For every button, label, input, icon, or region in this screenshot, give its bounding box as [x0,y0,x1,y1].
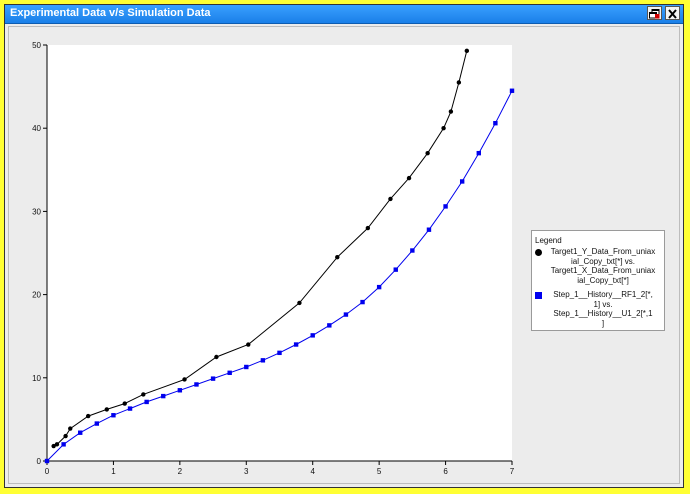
x-tick-label: 5 [377,467,382,476]
restore-window-button[interactable] [647,6,662,20]
data-point [214,354,219,360]
data-point [227,370,232,376]
x-tick-label: 6 [443,467,448,476]
y-tick-label: 20 [32,291,41,300]
data-point [425,150,430,156]
x-tick-label: 0 [45,467,50,476]
data-point [210,376,216,381]
data-point [376,284,382,290]
app-window: Experimental Data v/s Simulation Data 0 1… [4,4,684,488]
data-point [61,442,66,447]
circle-marker-icon [535,249,542,256]
data-point [244,364,249,370]
data-point [509,88,515,93]
data-point [464,48,470,54]
data-point [406,175,412,181]
y-tick-label: 0 [37,457,42,466]
title-bar[interactable]: Experimental Data v/s Simulation Data [5,5,683,24]
data-point [448,109,454,114]
x-tick-label: 2 [178,467,183,476]
data-point [78,430,83,435]
square-marker-icon [535,292,542,299]
legend-entry-line: ial_Copy_txt[*] vs. [570,256,636,266]
data-point [456,80,462,85]
data-point [260,358,266,363]
data-point [441,126,446,131]
data-point [144,399,149,405]
y-tick-label: 30 [32,207,41,216]
data-point [393,267,398,272]
data-point [293,342,299,347]
data-point [111,413,116,418]
data-point [54,442,60,447]
x-tick-label: 7 [510,467,515,476]
data-point [141,392,146,397]
y-tick-label: 10 [32,374,41,383]
legend-entry-experimental: Target1_Y_Data_From_uniax ial_Copy_txt[*… [534,247,662,289]
data-point [127,406,133,411]
legend-entry-line: ] [601,318,605,328]
y-tick-label: 40 [32,124,41,133]
x-tick-label: 1 [111,467,116,476]
data-point [426,227,432,232]
data-point [194,382,199,387]
close-window-button[interactable] [665,6,680,20]
data-point [327,323,332,328]
data-point [104,407,109,412]
legend-entry-simulation: Step_1__History__RF1_2[*, 1] vs. Step_1_… [534,290,662,332]
data-point [63,433,68,439]
y-tick-label: 50 [32,41,41,50]
data-point [246,342,251,347]
legend-entry-line: Target1_X_Data_From_uniax [550,266,656,276]
x-tick-label: 4 [310,467,315,476]
legend-entry-line: Step_1__History__U1_2[*,1 [553,309,653,319]
legend-entry-label: Step_1__History__RF1_2[*, 1] vs. Step_1_… [544,290,662,328]
legend-entry-line: Step_1__History__RF1_2[*, [553,290,653,299]
data-point [182,377,187,382]
data-point [335,254,340,260]
close-icon [668,9,677,19]
plot-area [47,45,512,461]
data-point [443,204,448,209]
data-point [410,248,415,253]
data-point [277,350,282,356]
legend-title: Legend [535,236,562,245]
data-point [365,225,371,231]
data-point [94,421,100,426]
data-point [297,300,302,306]
data-point [476,150,481,156]
data-point [459,179,465,184]
legend-entry-line: 1] vs. [593,299,613,309]
legend-entry-line: ial_Copy_txt[*] [577,275,629,285]
data-point [493,121,498,126]
legend-entry-label: Target1_Y_Data_From_uniax ial_Copy_txt[*… [544,247,662,285]
data-point [122,401,127,406]
x-tick-label: 3 [244,467,249,476]
data-point [44,458,50,464]
data-point [161,393,166,399]
chart-frame: 0 1 2 3 4 5 6 7 0 10 20 30 40 50 Legend Target1_Y_Dat… [8,26,680,484]
data-point [85,413,91,419]
restore-window-icon [649,9,660,19]
window-title: Experimental Data v/s Simulation Data [10,7,211,19]
data-point [388,196,393,202]
data-point [177,388,183,393]
legend-entry-line: Target1_Y_Data_From_uniax [550,247,656,256]
data-point [310,333,315,338]
data-point [343,312,349,317]
data-point [68,426,73,431]
legend: Legend Target1_Y_Data_From_uniax ial_Cop… [531,230,665,331]
data-point [360,299,365,305]
